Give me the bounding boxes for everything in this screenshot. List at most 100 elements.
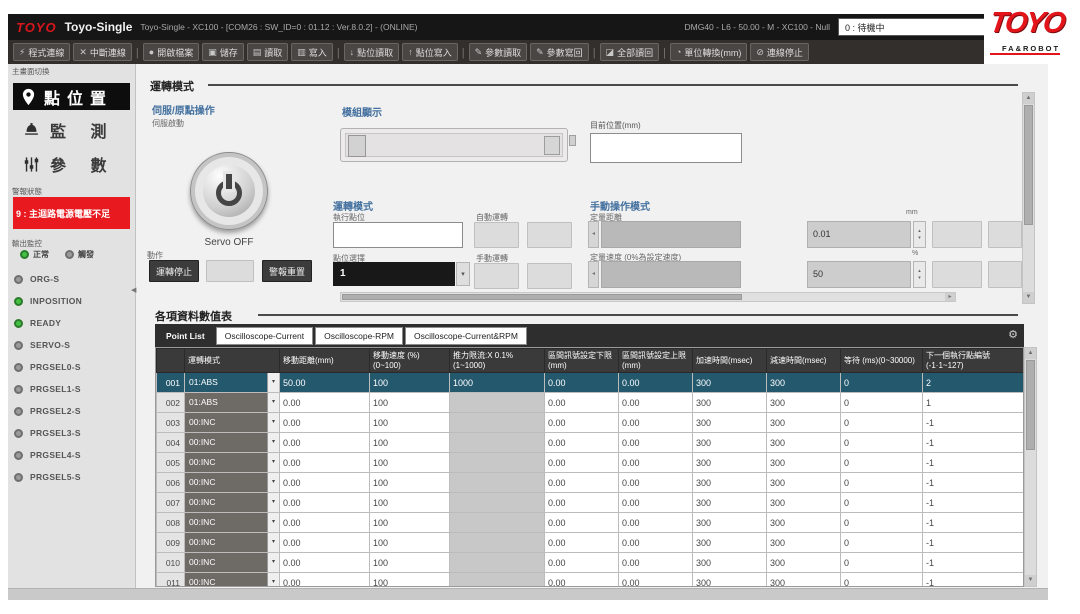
toolbar-button[interactable]: ⊘ 連線停止: [750, 43, 809, 61]
dwell-cell[interactable]: 0: [841, 473, 923, 493]
next-point-cell[interactable]: -1: [923, 433, 1025, 453]
mode-cell[interactable]: 01:ABS▾: [185, 373, 280, 393]
table-tab[interactable]: Point List: [157, 327, 214, 345]
dropdown-arrow-icon[interactable]: ▾: [267, 433, 279, 452]
zone-lower-cell[interactable]: 0.00: [545, 493, 619, 513]
next-point-cell[interactable]: 2: [923, 373, 1025, 393]
move-speed-cell[interactable]: 100: [370, 393, 450, 413]
move-speed-cell[interactable]: 100: [370, 453, 450, 473]
decel-time-cell[interactable]: 300: [767, 553, 841, 573]
move-distance-cell[interactable]: 0.00: [280, 393, 370, 413]
sidebar-item-point-position[interactable]: 點位置: [13, 83, 130, 110]
zone-upper-cell[interactable]: 0.00: [619, 413, 693, 433]
move-speed-cell[interactable]: 100: [370, 573, 450, 588]
dwell-cell[interactable]: 0: [841, 493, 923, 513]
dwell-cell[interactable]: 0: [841, 553, 923, 573]
zone-upper-cell[interactable]: 0.00: [619, 493, 693, 513]
next-point-cell[interactable]: -1: [923, 553, 1025, 573]
next-point-cell[interactable]: -1: [923, 413, 1025, 433]
decel-time-cell[interactable]: 300: [767, 533, 841, 553]
decel-time-cell[interactable]: 300: [767, 513, 841, 533]
accel-time-cell[interactable]: 300: [693, 573, 767, 588]
mode-cell[interactable]: 00:INC▾: [185, 413, 280, 433]
next-point-cell[interactable]: 1: [923, 393, 1025, 413]
zone-upper-cell[interactable]: 0.00: [619, 453, 693, 473]
zone-upper-cell[interactable]: 0.00: [619, 533, 693, 553]
toolbar-button[interactable]: ⚡ 程式連線: [13, 43, 70, 61]
dwell-cell[interactable]: 0: [841, 453, 923, 473]
scroll-right-icon[interactable]: ▸: [945, 293, 955, 301]
status-combo[interactable]: 0 : 待機中: [838, 18, 988, 36]
scroll-up-icon[interactable]: ▲: [1025, 348, 1036, 359]
toolbar-button[interactable]: ✎ 參數寫回: [530, 43, 589, 61]
section1-horizontal-scrollbar[interactable]: ▸: [340, 292, 956, 302]
next-point-cell[interactable]: -1: [923, 473, 1025, 493]
move-distance-cell[interactable]: 0.00: [280, 533, 370, 553]
auto-run-stop-button[interactable]: [527, 222, 572, 248]
dwell-cell[interactable]: 0: [841, 573, 923, 588]
table-row[interactable]: 00600:INC▾0.001000.000.003003000-1: [157, 473, 1025, 493]
scrollbar-thumb[interactable]: [1026, 360, 1035, 450]
next-point-cell[interactable]: -1: [923, 453, 1025, 473]
scroll-down-icon[interactable]: ▼: [1023, 292, 1034, 303]
jog-speed-input[interactable]: 50: [807, 261, 911, 288]
dropdown-arrow-icon[interactable]: ▾: [267, 533, 279, 552]
table-vertical-scrollbar[interactable]: ▲ ▼: [1024, 347, 1037, 587]
move-distance-cell[interactable]: 0.00: [280, 433, 370, 453]
zone-upper-cell[interactable]: 0.00: [619, 373, 693, 393]
jog-distance-left-arrow-icon[interactable]: ◂: [588, 221, 599, 248]
dropdown-arrow-icon[interactable]: ▾: [267, 573, 279, 587]
dwell-cell[interactable]: 0: [841, 413, 923, 433]
current-position-input[interactable]: [590, 133, 742, 163]
toolbar-button[interactable]: ✎ 參數讀取: [469, 43, 528, 61]
toolbar-button[interactable]: ▥ 寫入: [291, 43, 333, 61]
scroll-up-icon[interactable]: ▲: [1023, 93, 1034, 104]
zone-lower-cell[interactable]: 0.00: [545, 533, 619, 553]
manual-run-plus-button[interactable]: [527, 263, 572, 289]
move-speed-cell[interactable]: 100: [370, 533, 450, 553]
jog-distance-button-1[interactable]: [932, 221, 982, 248]
thrust-limit-cell[interactable]: [450, 413, 545, 433]
move-speed-cell[interactable]: 100: [370, 433, 450, 453]
table-row[interactable]: 00900:INC▾0.001000.000.003003000-1: [157, 533, 1025, 553]
table-tab[interactable]: Oscilloscope-Current&RPM: [405, 327, 527, 345]
next-point-cell[interactable]: -1: [923, 573, 1025, 588]
auto-run-start-button[interactable]: [474, 222, 519, 248]
sidebar-collapse-arrow-icon[interactable]: ◀: [131, 286, 136, 294]
accel-time-cell[interactable]: 300: [693, 453, 767, 473]
accel-time-cell[interactable]: 300: [693, 493, 767, 513]
decel-time-cell[interactable]: 300: [767, 393, 841, 413]
dwell-cell[interactable]: 0: [841, 373, 923, 393]
move-speed-cell[interactable]: 100: [370, 553, 450, 573]
zone-lower-cell[interactable]: 0.00: [545, 553, 619, 573]
thrust-limit-cell[interactable]: [450, 393, 545, 413]
zone-upper-cell[interactable]: 0.00: [619, 573, 693, 588]
dropdown-arrow-icon[interactable]: ▾: [267, 553, 279, 572]
thrust-limit-cell[interactable]: [450, 553, 545, 573]
decel-time-cell[interactable]: 300: [767, 453, 841, 473]
jog-distance-spinner[interactable]: ▴▾: [913, 221, 926, 248]
exec-point-input[interactable]: [333, 222, 463, 248]
table-row[interactable]: 00201:ABS▾0.001000.000.0030030001: [157, 393, 1025, 413]
servo-power-button[interactable]: [190, 152, 268, 230]
toolbar-button[interactable]: ▤ 讀取: [247, 43, 289, 61]
point-select-dropdown[interactable]: 1: [333, 262, 455, 286]
toolbar-button[interactable]: ▣ 儲存: [202, 43, 244, 61]
mode-cell[interactable]: 00:INC▾: [185, 453, 280, 473]
dropdown-arrow-icon[interactable]: ▾: [267, 453, 279, 472]
mode-cell[interactable]: 00:INC▾: [185, 493, 280, 513]
dropdown-arrow-icon[interactable]: ▾: [267, 473, 279, 492]
next-point-cell[interactable]: -1: [923, 533, 1025, 553]
move-speed-cell[interactable]: 100: [370, 413, 450, 433]
move-distance-cell[interactable]: 0.00: [280, 493, 370, 513]
zone-lower-cell[interactable]: 0.00: [545, 513, 619, 533]
zone-lower-cell[interactable]: 0.00: [545, 393, 619, 413]
table-row[interactable]: 00400:INC▾0.001000.000.003003000-1: [157, 433, 1025, 453]
zone-lower-cell[interactable]: 0.00: [545, 453, 619, 473]
decel-time-cell[interactable]: 300: [767, 373, 841, 393]
thrust-limit-cell[interactable]: [450, 513, 545, 533]
mode-cell[interactable]: 00:INC▾: [185, 553, 280, 573]
jog-distance-slider[interactable]: [601, 221, 741, 248]
toolbar-button[interactable]: ● 開啟檔案: [143, 43, 199, 61]
sidebar-item-monitor[interactable]: 監 測: [13, 116, 130, 144]
